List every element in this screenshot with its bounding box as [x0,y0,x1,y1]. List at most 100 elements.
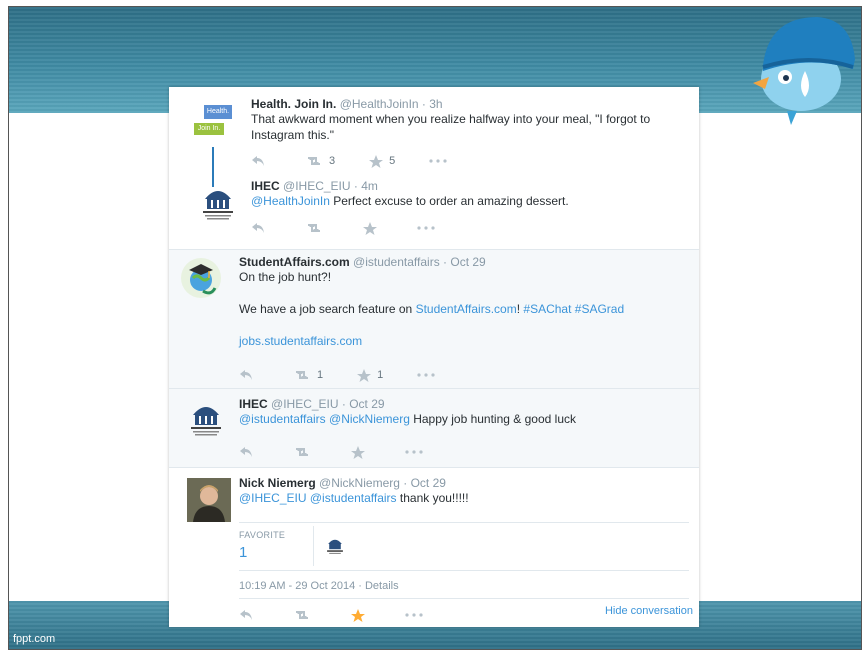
more-button[interactable] [405,608,429,622]
retweet-icon [296,611,308,619]
favorite-button[interactable]: 5 [369,154,395,168]
tweet-text: Perfect excuse to order an amazing desse… [329,194,569,208]
mention-link[interactable]: @NickNiemerg [329,412,410,426]
tweet-time[interactable]: · Oct 29 [403,476,446,490]
person-photo-icon [187,478,231,522]
favoriter-avatar[interactable] [325,534,345,556]
retweet-button[interactable] [293,608,317,622]
author-name[interactable]: StudentAffairs.com [239,255,350,269]
author-handle[interactable]: @NickNiemerg [319,476,400,490]
avatar-label-health: Health. [204,105,232,119]
author-name[interactable]: IHEC [251,179,280,193]
more-button[interactable] [417,368,441,382]
star-icon [363,221,377,235]
tweet-text-line1: On the job hunt?! [239,270,332,284]
retweet-icon [296,448,308,456]
tweet-actions [239,608,463,622]
tweet-actions [239,445,463,459]
tweet-time[interactable]: · Oct 29 [443,255,486,269]
hide-conversation-link[interactable]: Hide conversation [605,605,693,617]
reply-button[interactable] [239,368,259,382]
author-name[interactable]: Health. Join In. [251,97,336,111]
favorite-stats: FAVORITE 1 [239,530,319,568]
hashtag-sagrad[interactable]: #SAGrad [575,302,624,316]
slide: fppt.com Health. Join In. Health. Join I… [8,6,862,650]
ihec-logo-icon [203,191,233,220]
reply-button[interactable] [239,608,259,622]
reply-button[interactable] [251,221,271,235]
author-handle[interactable]: @istudentaffairs [353,255,440,269]
retweet-icon [308,224,320,232]
author-name[interactable]: Nick Niemerg [239,476,316,490]
favorite-button-active[interactable] [351,608,371,622]
tweet-actions [251,221,475,235]
tweet-time[interactable]: · Oct 29 [342,397,385,411]
tweet-text-line2: We have a job search feature on [239,302,416,316]
ihec-logo-icon [327,539,343,554]
footer-brand: fppt.com [13,633,56,645]
more-dots-icon [405,613,423,617]
more-button[interactable] [417,221,441,235]
mention-link[interactable]: @IHEC_EIU [239,491,307,505]
favorite-count: 5 [389,155,396,167]
reply-icon [240,370,252,380]
hashtag-sachat[interactable]: #SAChat [523,302,571,316]
favorite-count: 1 [377,369,384,381]
tweet-ihec-reply-1[interactable]: IHEC @IHEC_EIU · 4m @HealthJoinIn Perfec… [169,177,699,247]
reply-button[interactable] [239,445,259,459]
full-timestamp[interactable]: 10:19 AM - 29 Oct 2014 [239,580,355,592]
author-handle[interactable]: @IHEC_EIU [283,179,351,193]
author-handle[interactable]: @HealthJoinIn [340,97,419,111]
author-name[interactable]: IHEC [239,397,268,411]
avatar-label-joinin: Join In. [194,123,224,135]
tweet-text: thank you!!!!! [396,491,469,505]
favorite-stat-label: FAVORITE [239,530,286,540]
retweet-count: 3 [329,155,336,167]
tweet-nick-niemerg[interactable]: Nick Niemerg @NickNiemerg · Oct 29 @IHEC… [169,468,699,627]
favorite-button[interactable] [351,445,371,459]
tweet-time[interactable]: · 4m [354,179,378,193]
star-active-icon [351,608,365,622]
reply-icon [240,447,252,457]
retweet-button[interactable]: 1 [293,368,323,382]
more-button[interactable] [429,154,453,168]
star-icon [357,368,372,382]
avatar-ihec [199,181,237,221]
ihec-logo-icon [191,407,221,436]
reply-button[interactable] [251,154,271,168]
details-link[interactable]: · Details [358,580,398,592]
site-link[interactable]: StudentAffairs.com [416,302,517,316]
divider [239,598,689,599]
retweet-button[interactable] [293,445,317,459]
retweet-count: 1 [317,369,324,381]
tweet-conversation-card: Health. Join In. Health. Join In. @Healt… [169,87,699,627]
more-dots-icon [417,373,435,377]
tweet-health-join-in[interactable]: Health. Join In. Health. Join In. @Healt… [169,87,699,187]
tweet-timestamp-row: 10:19 AM - 29 Oct 2014 · Details [239,580,399,592]
mention-link[interactable]: @HealthJoinIn [251,194,330,208]
mention-link[interactable]: @istudentaffairs [310,491,397,505]
tweet-time[interactable]: · 3h [422,97,443,111]
tweet-ihec-reply-2[interactable]: IHEC @IHEC_EIU · Oct 29 @istudentaffairs… [169,389,699,467]
avatar-nick-niemerg [187,478,231,522]
reply-icon [252,223,264,233]
mention-link[interactable]: @istudentaffairs [239,412,326,426]
favorite-stat-count[interactable]: 1 [239,544,319,561]
avatar-ihec [187,397,225,437]
divider [239,570,689,571]
favorite-button[interactable]: 1 [357,368,383,382]
tweet-studentaffairs[interactable]: StudentAffairs.com @istudentaffairs · Oc… [169,250,699,388]
author-handle[interactable]: @IHEC_EIU [271,397,339,411]
retweet-button[interactable] [305,221,329,235]
jobs-link[interactable]: jobs.studentaffairs.com [239,333,679,349]
more-dots-icon [405,450,423,454]
avatar-studentaffairs [181,258,221,298]
favorite-button[interactable] [363,221,383,235]
retweet-icon [308,157,320,165]
graduation-globe-icon [189,264,217,295]
more-button[interactable] [405,445,429,459]
more-dots-icon [417,226,435,230]
retweet-button[interactable]: 3 [305,154,335,168]
reply-icon [240,610,252,620]
avatar-health-join-in: Health. Join In. [194,105,232,141]
